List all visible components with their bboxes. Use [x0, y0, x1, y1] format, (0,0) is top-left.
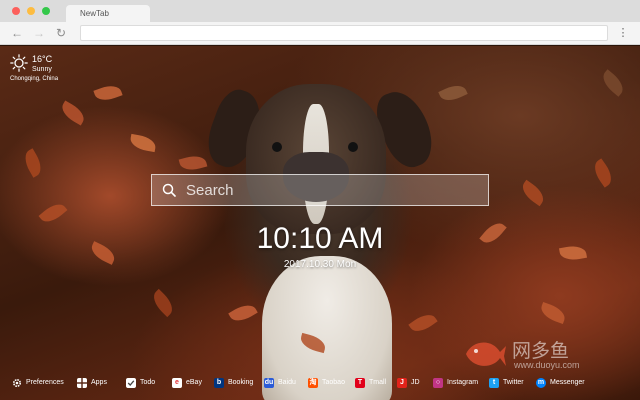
leaf [58, 100, 88, 126]
fish-logo-icon [466, 342, 506, 366]
twitter-icon: t [489, 378, 499, 388]
grid-icon [77, 378, 87, 388]
dock-label: Tmall [369, 379, 387, 386]
ebay-icon: e [172, 378, 182, 388]
dock-label: Todo [140, 379, 156, 386]
leaf [518, 179, 548, 207]
leaf [178, 152, 208, 174]
leaf [38, 199, 68, 227]
search-icon [162, 183, 176, 197]
bottom-dock: Preferences Apps Todo e eBay b Booking d… [0, 374, 640, 394]
dock-label: Preferences [26, 379, 64, 386]
leaf [93, 81, 123, 105]
tab-title: NewTab [80, 9, 109, 18]
dog-eye-right [348, 142, 358, 152]
leaf [538, 301, 568, 325]
leaf [20, 148, 46, 178]
leaf [589, 158, 617, 188]
leaf [558, 243, 588, 263]
messenger-icon: m [536, 378, 546, 388]
dock-label: JD [411, 379, 420, 386]
window-titlebar: NewTab [0, 0, 640, 22]
forward-arrow-icon[interactable]: → [32, 26, 46, 40]
watermark-text: 网多鱼 [512, 340, 570, 362]
dock-label: Instagram [447, 379, 479, 386]
dog-eye-left [272, 142, 282, 152]
clock-time: 10:10 AM [256, 222, 384, 255]
leaf [438, 81, 468, 105]
dock-label: Messenger [550, 379, 585, 386]
address-bar[interactable] [80, 25, 608, 41]
sun-icon [10, 54, 28, 72]
leaf [88, 241, 118, 265]
watermark-url: www.duoyu.com [514, 360, 580, 370]
dock-label: Taobao [322, 379, 345, 386]
instagram-icon: ○ [433, 378, 443, 388]
watermark: 网多鱼 www.duoyu.com [462, 332, 602, 376]
dock-label: Twitter [503, 379, 524, 386]
leaf [479, 218, 507, 248]
weather-temperature: 16°C [32, 54, 53, 64]
dock-label: eBay [186, 379, 202, 386]
jd-icon: J [397, 378, 407, 388]
weather-location: Chongqing, China [10, 76, 59, 82]
dock-label: Apps [91, 379, 107, 386]
gear-icon [12, 378, 22, 388]
browser-toolbar: ← → ↻ ⋮ [0, 22, 640, 45]
browser-tab[interactable]: NewTab [66, 5, 150, 22]
booking-icon: b [214, 378, 224, 388]
minimize-window-button[interactable] [27, 7, 35, 15]
taobao-icon: 淘 [308, 378, 318, 388]
back-arrow-icon[interactable]: ← [10, 26, 24, 40]
reload-icon[interactable]: ↻ [54, 26, 68, 40]
baidu-icon: du [264, 378, 274, 388]
menu-icon[interactable]: ⋮ [616, 26, 630, 40]
weather-widget[interactable]: 16°C Sunny Chongqing, China [8, 52, 78, 88]
leaf [598, 69, 628, 97]
leaf [128, 133, 158, 153]
maximize-window-button[interactable] [42, 7, 50, 15]
clock-date: 2017.10.30 Mon [283, 259, 357, 270]
weather-condition: Sunny [32, 66, 52, 73]
close-window-button[interactable] [12, 7, 20, 15]
checkbox-icon [126, 378, 136, 388]
leaf [228, 300, 258, 326]
tmall-icon: T [355, 378, 365, 388]
dock-label: Booking [228, 379, 254, 386]
search-input[interactable] [186, 175, 482, 205]
dock-label: Baidu [278, 379, 296, 386]
search-box[interactable] [151, 174, 489, 206]
leaf [408, 309, 438, 337]
leaf [148, 288, 178, 318]
